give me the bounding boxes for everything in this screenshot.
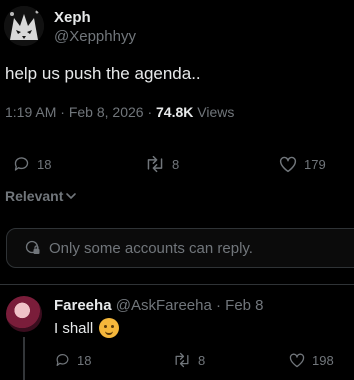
like-icon <box>279 156 297 173</box>
repost-count: 8 <box>172 156 180 172</box>
reply-reply-count: 18 <box>77 352 92 368</box>
reply-author-avatar[interactable] <box>6 296 42 332</box>
reply-icon <box>56 354 69 366</box>
smile-emoji-icon <box>99 318 120 338</box>
reply-date[interactable]: Feb 8 <box>225 297 263 314</box>
post-text: help us push the agenda.. <box>5 64 201 83</box>
reply-separator: · <box>216 297 221 314</box>
post-time[interactable]: 1:19 AM <box>5 104 56 120</box>
meta-separator: · <box>147 104 153 120</box>
sort-dropdown[interactable]: Relevant <box>5 188 77 204</box>
reply-restriction-text: Only some accounts can reply. <box>49 239 253 257</box>
author-handle[interactable]: @Xepphhyy <box>54 28 136 45</box>
post-meta: 1:19 AM · Feb 8, 2026 · 74.8K Views <box>5 104 234 120</box>
sort-label: Relevant <box>5 188 64 204</box>
like-count: 179 <box>304 156 326 172</box>
author-name[interactable]: Xeph <box>54 9 91 26</box>
reply-like-count: 198 <box>312 352 334 368</box>
reply-text: I shall <box>54 319 94 337</box>
reply-reply-button[interactable]: 18 <box>54 352 91 368</box>
reply-repost-count: 8 <box>198 352 206 368</box>
repost-icon <box>175 352 189 368</box>
meta-separator: · <box>60 104 65 120</box>
like-icon <box>289 353 305 368</box>
reply-restriction-notice: Only some accounts can reply. <box>6 228 354 268</box>
like-button[interactable]: 179 <box>278 155 326 173</box>
reply-header: Fareeha @AskFareeha · Feb 8 <box>54 297 264 314</box>
reply-body: I shall <box>54 318 120 338</box>
reply-icon <box>14 157 29 171</box>
chevron-down-icon <box>66 193 77 200</box>
author-avatar[interactable] <box>4 6 44 46</box>
views-count: 74.8K <box>156 104 194 120</box>
reply-author-name[interactable]: Fareeha <box>54 297 112 314</box>
reply-count: 18 <box>37 156 52 172</box>
reply-button[interactable]: 18 <box>12 155 51 173</box>
section-divider <box>0 284 354 285</box>
reply-repost-button[interactable]: 8 <box>172 352 205 368</box>
repost-icon <box>147 155 163 173</box>
thread-line <box>23 337 25 380</box>
reply-like-button[interactable]: 198 <box>288 352 334 368</box>
repost-button[interactable]: 8 <box>144 155 179 173</box>
reply-author-handle[interactable]: @AskFareeha <box>116 297 212 314</box>
views-label: Views <box>197 104 235 120</box>
post-date[interactable]: Feb 8, 2026 <box>69 104 144 120</box>
wolf-avatar-icon <box>4 6 44 46</box>
globe-lock-icon <box>25 240 40 254</box>
